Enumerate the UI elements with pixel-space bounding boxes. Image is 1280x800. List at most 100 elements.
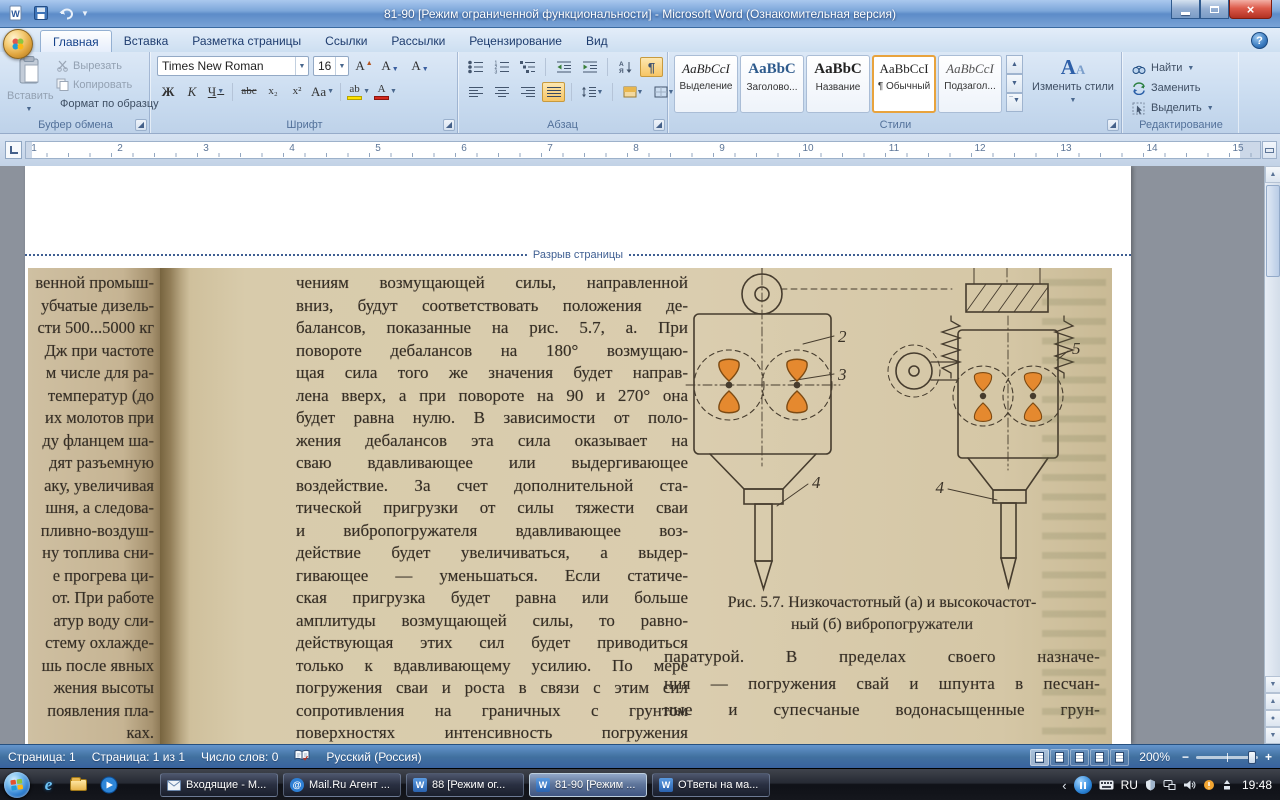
draft-view-button[interactable]	[1110, 749, 1129, 766]
multilevel-list-button[interactable]	[516, 57, 539, 77]
media-tray-icon[interactable]	[1074, 776, 1092, 794]
tab-razmetka[interactable]: Разметка страницы	[180, 30, 313, 52]
volume-icon[interactable]	[1183, 779, 1196, 791]
underline-dropdown-icon[interactable]: ▼	[217, 88, 224, 95]
status-word-count[interactable]: Число слов: 0	[201, 750, 278, 764]
office-button[interactable]	[3, 29, 33, 59]
select-browse-object-button[interactable]: ●	[1265, 710, 1280, 727]
security-shield-icon[interactable]	[1145, 779, 1156, 791]
vertical-scrollbar[interactable]: ▲ ▼ ▲ ● ▼	[1264, 166, 1280, 744]
keyboard-icon[interactable]	[1099, 780, 1114, 790]
increase-indent-button[interactable]	[578, 57, 601, 77]
tab-vstavka[interactable]: Вставка	[112, 30, 181, 52]
zoom-level[interactable]: 200%	[1139, 750, 1170, 764]
zoom-out-button[interactable]: −	[1180, 750, 1191, 764]
tab-rassylki[interactable]: Рассылки	[379, 30, 457, 52]
maximize-button[interactable]	[1200, 0, 1229, 19]
styles-dialog-launcher[interactable]: ◢	[1107, 119, 1119, 131]
undo-icon[interactable]	[56, 3, 76, 23]
zoom-track[interactable]	[1196, 756, 1258, 759]
style-vydelenie[interactable]: AaBbCcI Выделение	[674, 55, 738, 113]
status-page[interactable]: Страница: 1	[8, 750, 76, 764]
scrollbar-thumb[interactable]	[1266, 185, 1280, 277]
spellcheck-icon[interactable]	[294, 749, 310, 765]
web-layout-view-button[interactable]	[1070, 749, 1089, 766]
italic-button[interactable]: К	[181, 81, 203, 102]
font-color-dropdown-icon[interactable]: ▼	[390, 88, 397, 95]
tab-glavnaya[interactable]: Главная	[40, 30, 112, 52]
start-button[interactable]	[4, 772, 30, 798]
media-player-icon[interactable]	[98, 774, 119, 795]
view-ruler-toggle-button[interactable]	[1262, 141, 1277, 159]
scanned-book-image[interactable]: венной промыш-убчатые дизель-сти 500...5…	[28, 268, 1112, 744]
qat-dropdown-icon[interactable]: ▼	[81, 9, 89, 18]
paragraph-dialog-launcher[interactable]: ◢	[653, 119, 665, 131]
style-obychnyj[interactable]: AaBbCcI ¶ Обычный	[872, 55, 936, 113]
change-case-dropdown-icon[interactable]: ▼	[327, 88, 334, 95]
usb-eject-icon[interactable]	[1222, 779, 1232, 791]
tab-vid[interactable]: Вид	[574, 30, 620, 52]
font-family-dropdown-icon[interactable]: ▼	[295, 57, 308, 75]
select-button[interactable]: Выделить ▼	[1132, 99, 1214, 117]
document-page[interactable]: Разрыв страницы венной промыш-убчатые ди…	[25, 166, 1131, 744]
paste-button[interactable]: Вставить ▼	[7, 55, 51, 115]
print-layout-view-button[interactable]	[1030, 749, 1049, 766]
decrease-indent-button[interactable]	[552, 57, 575, 77]
style-zagolovok[interactable]: AaBbC Заголово...	[740, 55, 804, 113]
find-button[interactable]: Найти ▼	[1132, 59, 1194, 77]
tab-recenzirovanie[interactable]: Рецензирование	[457, 30, 574, 52]
shading-dropdown-icon[interactable]: ▼	[637, 89, 644, 96]
shrink-font-button[interactable]: А▼	[378, 56, 402, 76]
taskbar-clock[interactable]: 19:48	[1242, 778, 1272, 792]
copy-button[interactable]: Копировать	[56, 75, 148, 94]
show-formatting-marks-button[interactable]: ¶	[640, 57, 663, 77]
font-dialog-launcher[interactable]: ◢	[443, 119, 455, 131]
horizontal-ruler[interactable]: 123456789101112131415	[25, 141, 1261, 159]
font-color-button[interactable]: А ▼	[373, 81, 398, 102]
bullets-button[interactable]	[464, 57, 487, 77]
outline-view-button[interactable]	[1090, 749, 1109, 766]
highlight-dropdown-icon[interactable]: ▼	[363, 88, 370, 95]
highlight-button[interactable]: ab ▼	[346, 81, 371, 102]
font-family-combo[interactable]: Times New Roman ▼	[157, 56, 309, 76]
bold-button[interactable]: Ж	[157, 81, 179, 102]
shading-button[interactable]: ▼	[619, 82, 647, 102]
save-icon[interactable]	[31, 3, 51, 23]
hidden-icons-chevron[interactable]: ‹	[1062, 778, 1066, 793]
align-right-button[interactable]	[516, 82, 539, 102]
close-button[interactable]: ×	[1229, 0, 1272, 19]
tab-stop-selector[interactable]	[5, 141, 22, 159]
zoom-in-button[interactable]: +	[1263, 750, 1274, 764]
font-size-dropdown-icon[interactable]: ▼	[335, 57, 348, 75]
align-center-button[interactable]	[490, 82, 513, 102]
network-icon[interactable]	[1163, 779, 1176, 791]
style-nazvanie[interactable]: AaBbC Название	[806, 55, 870, 113]
cut-button[interactable]: Вырезать	[56, 56, 148, 75]
clipboard-dialog-launcher[interactable]: ◢	[135, 119, 147, 131]
next-page-button[interactable]: ▼	[1265, 727, 1280, 744]
justify-button[interactable]	[542, 82, 565, 102]
zoom-slider[interactable]: − +	[1180, 750, 1274, 764]
styles-gallery-expand-icon[interactable]: ¯▼	[1006, 93, 1023, 112]
line-spacing-button[interactable]: ▼	[578, 82, 606, 102]
help-button[interactable]: ?	[1251, 32, 1268, 49]
previous-page-button[interactable]: ▲	[1265, 693, 1280, 710]
strikethrough-button[interactable]: abc	[238, 81, 260, 102]
taskbar-button-doc-88[interactable]: W 88 [Режим ог...	[406, 773, 524, 797]
line-spacing-dropdown-icon[interactable]: ▼	[597, 89, 604, 96]
format-painter-button[interactable]: Формат по образцу	[56, 94, 148, 113]
folder-icon[interactable]	[68, 774, 89, 795]
select-dropdown-icon[interactable]: ▼	[1207, 105, 1214, 112]
tab-ssylki[interactable]: Ссылки	[313, 30, 379, 52]
status-page-of[interactable]: Страница: 1 из 1	[92, 750, 185, 764]
align-left-button[interactable]	[464, 82, 487, 102]
font-size-combo[interactable]: 16 ▼	[313, 56, 349, 76]
scroll-down-icon[interactable]: ▼	[1265, 676, 1280, 693]
clear-formatting-button[interactable]: А▼	[406, 56, 434, 76]
taskbar-button-mailru-agent[interactable]: @ Mail.Ru Агент ...	[283, 773, 401, 797]
styles-scroll-down-icon[interactable]: ▼	[1006, 74, 1023, 93]
taskbar-button-inbox[interactable]: Входящие - М...	[160, 773, 278, 797]
update-icon[interactable]	[1203, 779, 1215, 791]
styles-scroll-up-icon[interactable]: ▲	[1006, 55, 1023, 74]
superscript-button[interactable]: x²	[286, 81, 308, 102]
